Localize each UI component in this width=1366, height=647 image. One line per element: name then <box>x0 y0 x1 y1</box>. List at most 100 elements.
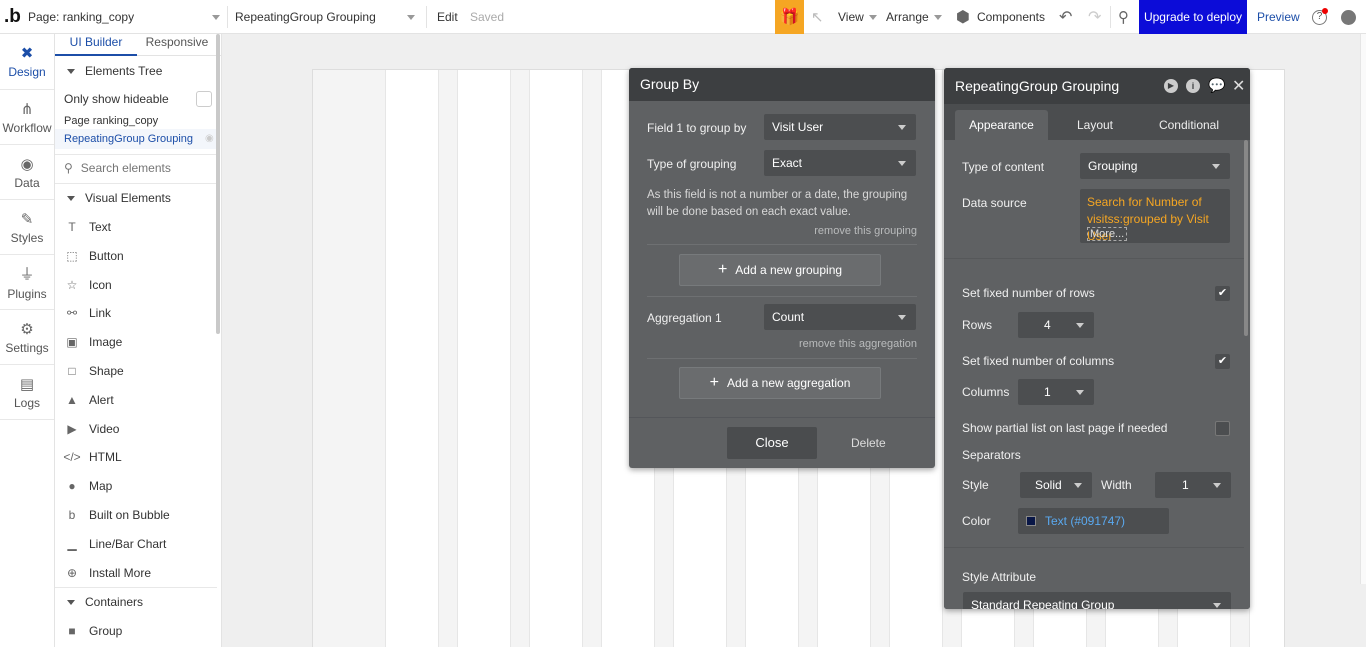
columns-select[interactable]: 1 <box>1018 379 1094 405</box>
bubble-logo-icon[interactable]: .b <box>4 0 22 34</box>
field1-value: Visit User <box>772 120 824 134</box>
add-aggregation-button[interactable]: + Add a new aggregation <box>679 367 881 399</box>
nav-settings[interactable]: ⚙ Settings <box>0 310 54 364</box>
view-menu[interactable]: View <box>838 0 877 34</box>
tree-item-page[interactable]: Page ranking_copy <box>55 111 217 131</box>
nav-design[interactable]: ✖ Design <box>0 34 54 88</box>
element-image[interactable]: ▣ Image <box>55 330 217 354</box>
only-hideable-checkbox[interactable] <box>196 91 212 107</box>
divider <box>0 419 54 420</box>
aggregation-label: Aggregation 1 <box>647 311 722 325</box>
element-text[interactable]: T Text <box>55 215 217 239</box>
more-link[interactable]: More... <box>1087 227 1128 241</box>
partial-list-checkbox[interactable] <box>1215 421 1230 436</box>
element-line-bar-chart[interactable]: ▁ Line/Bar Chart <box>55 532 217 556</box>
separator-width-select[interactable]: 1 <box>1155 472 1231 498</box>
style-attribute-select[interactable]: Standard Repeating Group <box>963 592 1231 609</box>
separator-color-value: Text (#091747) <box>1045 514 1126 528</box>
nav-logs[interactable]: ▤ Logs <box>0 365 54 419</box>
visual-elements-label: Visual Elements <box>85 191 171 205</box>
nav-data[interactable]: ◉ Data <box>0 145 54 199</box>
nav-label: Design <box>8 64 46 79</box>
help-button[interactable]: ? <box>1312 0 1328 34</box>
pointer-icon[interactable]: ↖ <box>811 0 827 34</box>
close-icon[interactable]: ✕ <box>1232 76 1245 96</box>
tab-conditional[interactable]: Conditional <box>1144 110 1234 140</box>
remove-grouping-link[interactable]: remove this grouping <box>814 225 917 237</box>
preview-button[interactable]: Preview <box>1257 0 1300 34</box>
styles-icon: ✎ <box>20 210 34 228</box>
element-built-on-bubble[interactable]: b Built on Bubble <box>55 503 217 527</box>
element-label: Install More <box>89 565 152 580</box>
sidepanel-scrollbar[interactable] <box>216 34 220 334</box>
element-html[interactable]: </> HTML <box>55 445 217 469</box>
element-install-more[interactable]: ⊕ Install More <box>55 561 217 585</box>
fixed-rows-checkbox[interactable]: ✔ <box>1215 286 1230 301</box>
tree-item-repeatinggroup[interactable]: RepeatingGroup Grouping ◉ <box>55 129 217 149</box>
add-grouping-button[interactable]: + Add a new grouping <box>679 254 881 286</box>
search-elements-input[interactable] <box>80 161 201 175</box>
chevron-down-icon <box>898 125 906 130</box>
element-video[interactable]: ▶ Video <box>55 417 217 441</box>
element-group[interactable]: ■ Group <box>55 619 217 643</box>
undo-icon[interactable]: ↶ <box>1059 0 1075 34</box>
group-icon: ■ <box>68 624 76 638</box>
element-selector[interactable]: RepeatingGroup Grouping <box>235 0 417 34</box>
data-source-field[interactable]: Search for Number of visitss:grouped by … <box>1080 189 1230 243</box>
element-link[interactable]: ⚯ Link <box>55 301 217 325</box>
account-button[interactable] <box>1341 0 1357 34</box>
color-swatch <box>1026 516 1036 526</box>
arrange-menu[interactable]: Arrange <box>886 0 942 34</box>
type-of-grouping-select[interactable]: Exact <box>764 150 916 176</box>
tab-ui-builder[interactable]: UI Builder <box>55 34 137 56</box>
nav-styles[interactable]: ✎ Styles <box>0 200 54 254</box>
eye-icon[interactable]: ◉ <box>205 133 214 144</box>
redo-icon[interactable]: ↷ <box>1088 0 1104 34</box>
group-by-title: Group By <box>629 68 935 101</box>
type-of-content-select[interactable]: Grouping <box>1080 153 1230 179</box>
remove-aggregation-link[interactable]: remove this aggregation <box>799 338 917 350</box>
aggregation-select[interactable]: Count <box>764 304 916 330</box>
components-button[interactable]: ⬢ Components <box>956 0 1045 34</box>
element-shape[interactable]: □ Shape <box>55 359 217 383</box>
rows-select[interactable]: 4 <box>1018 312 1094 338</box>
containers-header[interactable]: Containers <box>55 590 217 614</box>
nav-label: Styles <box>10 230 44 245</box>
separator-style-select[interactable]: Solid <box>1020 472 1092 498</box>
elements-tree-header[interactable]: Elements Tree <box>55 59 217 83</box>
tab-responsive[interactable]: Responsive <box>137 34 217 56</box>
info-icon[interactable]: i <box>1186 79 1200 93</box>
preview-play-icon[interactable]: ▶ <box>1164 79 1178 93</box>
delete-button[interactable]: Delete <box>851 436 886 450</box>
view-label: View <box>838 10 864 24</box>
nav-workflow[interactable]: ⋔ Workflow <box>0 90 54 144</box>
element-selector-label: RepeatingGroup Grouping <box>235 10 376 24</box>
columns-label: Columns <box>962 385 1010 399</box>
image-icon: ▣ <box>66 335 78 350</box>
element-map[interactable]: ● Map <box>55 474 217 498</box>
tab-appearance[interactable]: Appearance <box>955 110 1048 140</box>
comment-icon[interactable]: 💬 <box>1208 77 1225 94</box>
upgrade-button[interactable]: Upgrade to deploy <box>1139 0 1247 34</box>
element-button[interactable]: ⬚ Button <box>55 244 217 268</box>
visual-elements-header[interactable]: Visual Elements <box>55 186 217 210</box>
element-icon[interactable]: ☆ Icon <box>55 273 217 297</box>
search-icon[interactable]: ⚲ <box>1118 0 1134 34</box>
repeatinggroup-panel: RepeatingGroup Grouping ▶ i 💬 ✕ Appearan… <box>944 68 1250 609</box>
panel-scrollbar[interactable] <box>1244 140 1248 336</box>
gift-button[interactable]: 🎁 <box>775 0 804 34</box>
chevron-down-icon <box>1076 390 1084 395</box>
logs-icon: ▤ <box>19 375 35 393</box>
element-label: Button <box>89 248 124 263</box>
page-selector[interactable]: Page: ranking_copy <box>28 0 224 34</box>
element-alert[interactable]: ▲ Alert <box>55 388 217 412</box>
canvas-scrollbar[interactable] <box>1360 34 1366 584</box>
tab-layout[interactable]: Layout <box>1055 110 1135 140</box>
chevron-down-icon <box>67 68 75 74</box>
edit-button[interactable]: Edit <box>437 0 458 34</box>
fixed-columns-checkbox[interactable]: ✔ <box>1215 354 1230 369</box>
separator-color-field[interactable]: Text (#091747) <box>1018 508 1169 534</box>
nav-plugins[interactable]: ⏚ Plugins <box>0 255 54 309</box>
field1-select[interactable]: Visit User <box>764 114 916 140</box>
close-button[interactable]: Close <box>727 427 817 459</box>
